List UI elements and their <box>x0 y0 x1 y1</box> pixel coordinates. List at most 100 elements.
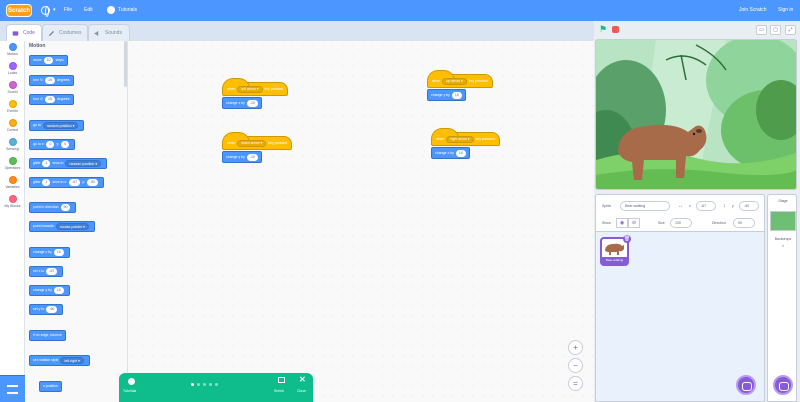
category-sensing[interactable]: Sensing <box>0 138 25 151</box>
block-input[interactable]: -10 <box>246 99 258 107</box>
category-my-blocks[interactable]: My Blocks <box>0 195 25 208</box>
block-input[interactable]: 15 <box>44 76 55 84</box>
block-input[interactable]: 0 <box>46 140 55 148</box>
x-position-reporter[interactable]: x position <box>39 381 62 392</box>
bounce-block[interactable]: if on edge, bounce <box>29 330 66 341</box>
block-input[interactable]: -67 <box>46 267 58 275</box>
choose-backdrop-button[interactable] <box>773 375 793 395</box>
tutorials-button[interactable]: Tutorials <box>123 389 136 393</box>
stage-canvas[interactable] <box>595 39 797 190</box>
step-dot[interactable] <box>203 383 206 386</box>
hide-icon[interactable]: ⊘ <box>628 218 640 228</box>
key-dropdown[interactable]: up arrow ▾ <box>442 78 467 85</box>
key-dropdown[interactable]: left arrow ▾ <box>237 86 263 93</box>
change-by-block[interactable]: change y by -10 <box>222 151 262 163</box>
y-input[interactable]: -90 <box>739 201 759 211</box>
block-input[interactable]: 90 <box>60 203 71 211</box>
go-to-xy-block[interactable]: go to x: 0 y: 0 <box>29 139 76 150</box>
rotation-style-block[interactable]: set rotation style left-right ▾ <box>29 355 90 366</box>
block-input[interactable]: -90 <box>86 178 99 186</box>
when-key-pressed-block[interactable]: when down arrow ▾ key pressed <box>222 132 293 150</box>
point-towards-block[interactable]: point towards mouse-pointer ▾ <box>29 221 95 232</box>
size-input[interactable]: 100 <box>670 218 692 228</box>
block-input[interactable]: 1 <box>42 159 51 167</box>
step-dot[interactable] <box>209 383 212 386</box>
block-input[interactable]: 0 <box>61 140 70 148</box>
edit-menu[interactable]: Edit <box>84 7 93 13</box>
change-by-block[interactable]: change x by 10 <box>431 147 470 159</box>
block-input[interactable]: 10 <box>53 286 64 294</box>
shrink-icon[interactable] <box>278 377 285 383</box>
when-key-pressed-block[interactable]: when right arrow ▾ key pressed <box>431 128 500 146</box>
go-to-block[interactable]: go to random position ▾ <box>29 120 85 131</box>
show-visible-icon[interactable]: ◉ <box>616 218 628 228</box>
when-key-pressed-block[interactable]: when up arrow ▾ key pressed <box>427 70 493 88</box>
change-y-block[interactable]: change y by 10 <box>29 285 70 296</box>
zoom-in-button[interactable]: + <box>568 340 583 355</box>
change-x-block[interactable]: change x by 10 <box>29 247 70 258</box>
glide-to-block[interactable]: glide 1 secs to random position ▾ <box>29 158 108 169</box>
scratch-logo[interactable]: Scratch <box>6 4 32 17</box>
turn-right-block[interactable]: turn ↻ 15 degrees <box>29 75 74 86</box>
set-x-block[interactable]: set x to -67 <box>29 266 64 277</box>
close-icon[interactable]: ✕ <box>299 375 306 384</box>
set-y-block[interactable]: set y to -90 <box>29 304 64 315</box>
green-flag-icon[interactable]: ⚑ <box>599 25 607 34</box>
direction-input[interactable]: 90 <box>733 218 755 228</box>
block-input[interactable]: 10 <box>43 56 54 64</box>
category-variables[interactable]: Variables <box>0 176 25 189</box>
globe-icon[interactable] <box>41 6 50 17</box>
sprite-name-input[interactable]: Bear-walking <box>620 201 670 211</box>
point-in-direction-block[interactable]: point in direction 90 <box>29 202 77 213</box>
step-dot[interactable] <box>215 383 218 386</box>
category-operators[interactable]: Operators <box>0 157 25 170</box>
file-menu[interactable]: File <box>64 7 72 13</box>
stop-icon[interactable] <box>612 26 619 33</box>
block-input[interactable]: 10 <box>451 91 462 99</box>
category-sound[interactable]: Sound <box>0 81 25 94</box>
shrink-button[interactable]: Shrink <box>274 389 284 393</box>
lightbulb-icon[interactable] <box>107 6 115 14</box>
block-dropdown[interactable]: random position ▾ <box>65 159 102 167</box>
choose-sprite-button[interactable] <box>736 375 756 395</box>
tutorials-menu[interactable]: Tutorials <box>118 7 137 13</box>
key-dropdown[interactable]: right arrow ▾ <box>446 136 474 143</box>
category-looks[interactable]: Looks <box>0 62 25 75</box>
small-stage-button[interactable]: ▭ <box>756 25 767 35</box>
block-input[interactable]: -67 <box>69 178 81 186</box>
tab-costumes[interactable]: Costumes <box>42 24 88 41</box>
zoom-out-button[interactable]: − <box>568 358 583 373</box>
key-dropdown[interactable]: down arrow ▾ <box>237 140 267 147</box>
sign-in-link[interactable]: Sign in <box>778 7 793 13</box>
block-input[interactable]: 1 <box>42 178 51 186</box>
block-input[interactable]: 15 <box>44 95 55 103</box>
sprite-thumbnail[interactable]: Bear-walking 🗑 <box>600 235 631 266</box>
step-dot[interactable] <box>197 383 200 386</box>
glide-xy-block[interactable]: glide 1 secs to x: -67 y: -90 <box>29 177 105 188</box>
change-by-block[interactable]: change x by -10 <box>222 97 262 109</box>
when-key-pressed-block[interactable]: when left arrow ▾ key pressed <box>222 78 289 96</box>
tab-sounds[interactable]: Sounds <box>88 24 130 41</box>
large-stage-button[interactable]: ▢ <box>770 25 781 35</box>
x-input[interactable]: -67 <box>696 201 716 211</box>
change-by-block[interactable]: change y by 10 <box>427 89 466 101</box>
turn-left-block[interactable]: turn ↺ 15 degrees <box>29 94 74 105</box>
chevron-down-icon[interactable]: ▾ <box>53 7 56 13</box>
zoom-reset-button[interactable]: = <box>568 376 583 391</box>
script-workspace[interactable]: when left arrow ▾ key pressed change x by -… <box>128 41 712 402</box>
block-dropdown[interactable]: mouse-pointer ▾ <box>55 222 89 230</box>
category-events[interactable]: Events <box>0 100 25 113</box>
tab-code[interactable]: Code <box>6 24 42 41</box>
category-motion[interactable]: Motion <box>0 43 25 56</box>
fullscreen-button[interactable]: ⤢ <box>785 25 796 35</box>
block-input[interactable]: -10 <box>246 153 258 161</box>
close-button[interactable]: Close <box>297 389 306 393</box>
block-input[interactable]: -90 <box>46 305 58 313</box>
join-scratch-link[interactable]: Join Scratch <box>739 7 767 13</box>
move-steps-block[interactable]: move 10 steps <box>29 55 68 66</box>
block-dropdown[interactable]: random position ▾ <box>42 121 79 129</box>
backdrop-thumbnail[interactable] <box>770 211 796 231</box>
step-dot[interactable] <box>191 383 194 386</box>
stage-selector[interactable]: Stage Backdrops 1 <box>767 194 797 402</box>
palette-scrollbar[interactable] <box>124 41 127 87</box>
